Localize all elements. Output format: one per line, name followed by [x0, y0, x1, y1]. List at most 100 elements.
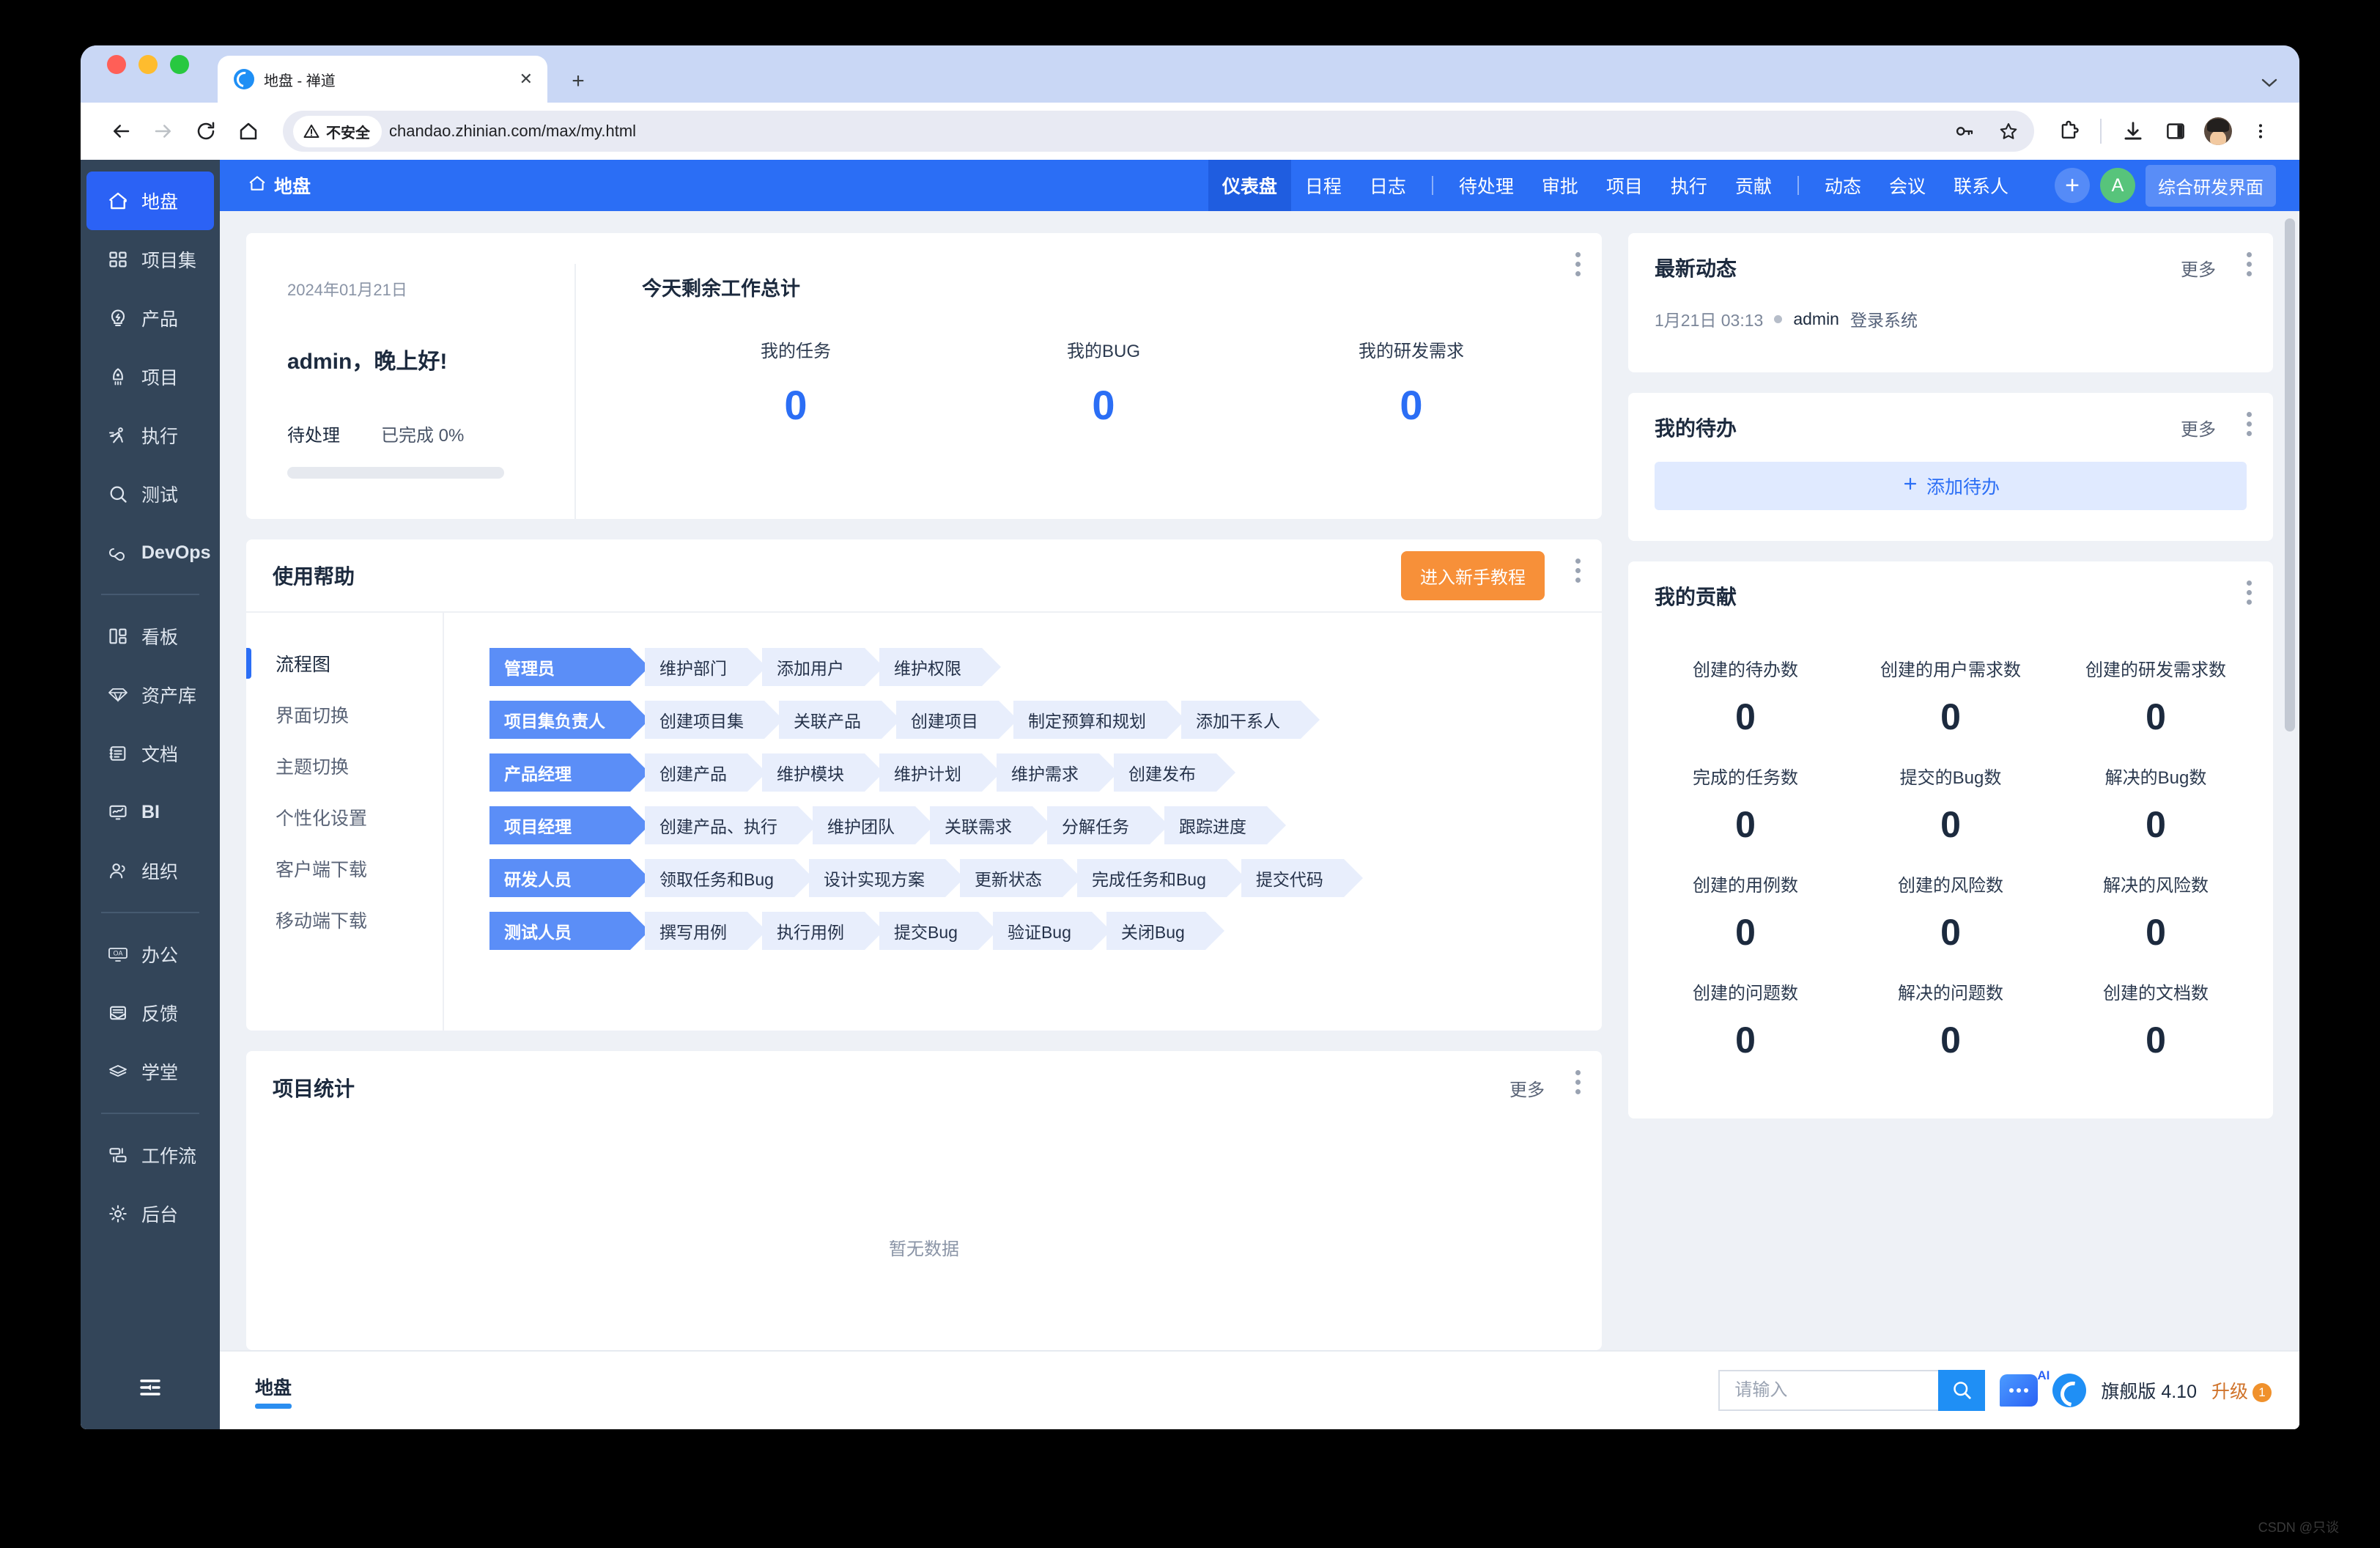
chrome-menu-icon[interactable] — [2241, 111, 2280, 151]
flow-step[interactable]: 设计实现方案 — [808, 859, 964, 897]
tab-project[interactable]: 项目 — [1592, 160, 1657, 211]
sidebar-item-devops[interactable]: DevOps — [86, 523, 214, 582]
my-contribution-menu-icon[interactable] — [2247, 580, 2254, 605]
stat-my-tasks[interactable]: 我的任务 0 — [642, 336, 950, 429]
address-bar[interactable]: 不安全 chandao.zhinian.com/max/my.html — [283, 111, 2034, 152]
search-input[interactable] — [1718, 1370, 1939, 1411]
flow-step[interactable]: 撰写用例 — [645, 912, 766, 950]
flow-step[interactable]: 添加用户 — [762, 648, 884, 686]
help-nav-ui-switch[interactable]: 界面切换 — [246, 689, 443, 740]
flow-step[interactable]: 跟踪进度 — [1164, 806, 1286, 844]
contribution-cell[interactable]: 创建的用户需求数 0 — [1848, 646, 2053, 754]
help-nav-theme-switch[interactable]: 主题切换 — [246, 740, 443, 792]
contribution-cell[interactable]: 创建的用例数 0 — [1643, 862, 1848, 970]
close-window-button[interactable] — [107, 55, 126, 74]
contribution-cell[interactable]: 创建的待办数 0 — [1643, 646, 1848, 754]
flow-step[interactable]: 制定预算和规划 — [1013, 701, 1186, 739]
contribution-cell[interactable]: 解决的问题数 0 — [1848, 970, 2053, 1077]
minimize-window-button[interactable] — [138, 55, 158, 74]
flow-step[interactable]: 关闭Bug — [1106, 912, 1224, 950]
flow-step[interactable]: 领取任务和Bug — [645, 859, 813, 897]
new-tab-button[interactable]: + — [563, 70, 593, 92]
sidebar-collapse-button[interactable] — [81, 1349, 220, 1429]
contribution-cell[interactable]: 创建的问题数 0 — [1643, 970, 1848, 1077]
ai-assistant-button[interactable]: AI — [2000, 1368, 2050, 1407]
sidebar-item-office[interactable]: OA 办公 — [86, 925, 214, 984]
flow-step[interactable]: 创建产品、执行 — [645, 806, 817, 844]
sidebar-item-organization[interactable]: 组织 — [86, 841, 214, 900]
flow-step[interactable]: 维护权限 — [879, 648, 1001, 686]
add-button[interactable]: + — [2055, 168, 2090, 203]
flow-step[interactable]: 维护模块 — [762, 753, 884, 792]
extensions-puzzle-icon[interactable] — [2049, 111, 2088, 151]
flow-step[interactable]: 维护需求 — [997, 753, 1118, 792]
tutorial-button[interactable]: 进入新手教程 — [1401, 550, 1545, 600]
sidebar-item-academy[interactable]: 学堂 — [86, 1042, 214, 1101]
user-avatar[interactable]: A — [2100, 168, 2135, 203]
maximize-window-button[interactable] — [170, 55, 189, 74]
sidebar-item-program[interactable]: 项目集 — [86, 230, 214, 289]
flow-step[interactable]: 创建发布 — [1114, 753, 1235, 792]
flow-step[interactable]: 维护计划 — [879, 753, 1001, 792]
sidebar-item-feedback[interactable]: 反馈 — [86, 984, 214, 1042]
contribution-cell[interactable]: 创建的风险数 0 — [1848, 862, 2053, 970]
flow-step[interactable]: 更新状态 — [959, 859, 1082, 897]
stat-my-bugs[interactable]: 我的BUG 0 — [950, 336, 1257, 429]
flow-step[interactable]: 关联需求 — [930, 806, 1052, 844]
my-todo-menu-icon[interactable] — [2247, 412, 2254, 436]
tab-dashboard[interactable]: 仪表盘 — [1208, 160, 1291, 211]
tab-meeting[interactable]: 会议 — [1875, 160, 1940, 211]
search-button[interactable] — [1938, 1370, 1986, 1411]
help-nav-client-download[interactable]: 客户端下载 — [246, 843, 443, 894]
sidebar-item-bi[interactable]: BI — [86, 783, 214, 841]
reload-button[interactable] — [186, 111, 226, 151]
sidebar-item-project[interactable]: 项目 — [86, 347, 214, 406]
flow-step[interactable]: 提交Bug — [879, 912, 997, 950]
topnav-brand[interactable]: 地盘 — [220, 160, 311, 211]
back-button[interactable] — [101, 111, 141, 151]
tab-execution[interactable]: 执行 — [1657, 160, 1721, 211]
upgrade-link[interactable]: 升级 1 — [2211, 1377, 2272, 1404]
flow-step[interactable]: 提交代码 — [1241, 859, 1363, 897]
tab-list-chevron-icon[interactable] — [2261, 75, 2277, 92]
latest-activity-more-link[interactable]: 更多 — [2181, 255, 2216, 281]
contribution-cell[interactable]: 完成的任务数 0 — [1643, 754, 1848, 862]
tab-todo[interactable]: 待处理 — [1445, 160, 1528, 211]
vertical-scrollbar[interactable] — [2285, 218, 2295, 731]
mode-switch-chip[interactable]: 综合研发界面 — [2146, 164, 2276, 207]
help-card-menu-icon[interactable] — [1575, 559, 1583, 583]
side-panel-icon[interactable] — [2156, 111, 2195, 151]
profile-avatar[interactable] — [2198, 111, 2238, 151]
home-button[interactable] — [229, 111, 268, 151]
latest-activity-menu-icon[interactable] — [2247, 252, 2254, 276]
forward-button[interactable] — [144, 111, 183, 151]
flow-step[interactable]: 关联产品 — [779, 701, 901, 739]
flow-step[interactable]: 创建产品 — [645, 753, 766, 792]
flow-step[interactable]: 维护团队 — [813, 806, 934, 844]
help-nav-flowchart[interactable]: 流程图 — [246, 638, 443, 689]
project-stats-menu-icon[interactable] — [1575, 1070, 1583, 1094]
password-key-icon[interactable] — [1945, 111, 1984, 151]
welcome-card-menu-icon[interactable] — [1575, 252, 1583, 276]
browser-tab[interactable]: 地盘 - 禅道 ✕ — [218, 56, 547, 103]
contribution-cell[interactable]: 创建的研发需求数 0 — [2053, 646, 2258, 754]
download-icon[interactable] — [2113, 111, 2153, 151]
contribution-cell[interactable]: 解决的Bug数 0 — [2053, 754, 2258, 862]
flow-step[interactable]: 完成任务和Bug — [1076, 859, 1246, 897]
contribution-cell[interactable]: 解决的风险数 0 — [2053, 862, 2258, 970]
sidebar-item-admin[interactable]: 后台 — [86, 1184, 214, 1243]
sidebar-item-assetlib[interactable]: 资产库 — [86, 666, 214, 724]
tab-contacts[interactable]: 联系人 — [1940, 160, 2022, 211]
sidebar-item-testing[interactable]: 测试 — [86, 465, 214, 523]
tab-contribution[interactable]: 贡献 — [1721, 160, 1786, 211]
project-stats-more-link[interactable]: 更多 — [1509, 1075, 1545, 1101]
my-todo-more-link[interactable]: 更多 — [2181, 415, 2216, 441]
sidebar-item-document[interactable]: 文档 — [86, 724, 214, 783]
flow-step[interactable]: 分解任务 — [1047, 806, 1169, 844]
tab-effort-log[interactable]: 日志 — [1356, 160, 1420, 211]
contribution-cell[interactable]: 创建的文档数 0 — [2053, 970, 2258, 1077]
flow-step[interactable]: 创建项目集 — [645, 701, 783, 739]
bookmark-star-icon[interactable] — [1989, 111, 2028, 151]
flow-step[interactable]: 创建项目 — [896, 701, 1018, 739]
flow-step[interactable]: 维护部门 — [645, 648, 766, 686]
